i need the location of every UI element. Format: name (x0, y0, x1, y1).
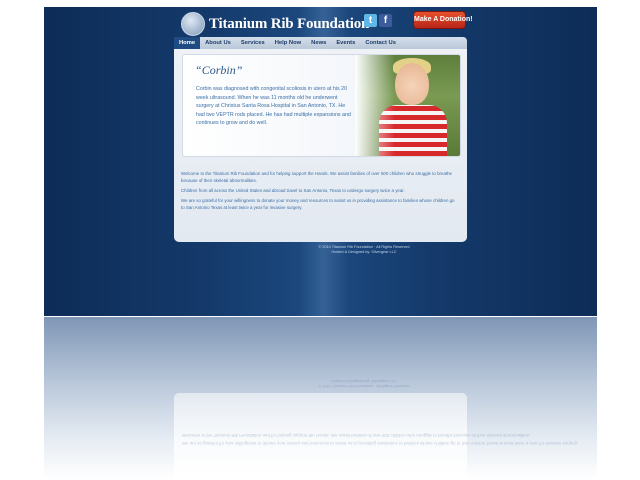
intro-paragraph-1: Welcome to the Titanium Rib Foundation a… (181, 171, 452, 183)
nav-services[interactable]: Services (236, 37, 270, 49)
feature-name-text: Corbin (201, 63, 236, 77)
page-reflection: Hosted & Designed by: Silvergear LLC © 2… (44, 317, 597, 480)
nav-events[interactable]: Events (331, 37, 360, 49)
nav-help-now[interactable]: Help Now (270, 37, 306, 49)
content-panel: “Corbin” Corbin was diagnosed with conge… (174, 49, 467, 242)
site-logo[interactable]: Titanium Rib Foundation (181, 12, 369, 36)
main-nav: Home About Us Services Help Now News Eve… (174, 37, 467, 49)
donate-button[interactable]: Make A Donation! (414, 12, 473, 28)
nav-contact-us[interactable]: Contact Us (360, 37, 401, 49)
reflected-footer-copyright: © 2010 Titanium Rib Foundation · All Rig… (318, 384, 410, 388)
rib-logo-icon (181, 12, 205, 36)
feature-text: Corbin was diagnosed with congenital sco… (196, 86, 351, 127)
reflected-panel: Welcome to the Titanium Rib Foundation a… (174, 393, 578, 480)
feature-story: “Corbin” Corbin was diagnosed with conge… (182, 54, 461, 157)
nav-home[interactable]: Home (174, 37, 201, 49)
intro-paragraph-3: We are so grateful for your willingness … (181, 198, 455, 210)
child-photo (355, 55, 460, 156)
footer-credit[interactable]: Hosted & Designed by: Silvergear LLC (224, 250, 504, 255)
page-window: Titanium Rib Foundation t f Make A Donat… (44, 7, 597, 316)
reflected-paragraph-2: We are so grateful for your willingness … (182, 441, 579, 446)
twitter-icon[interactable]: t (364, 14, 377, 27)
photo-fade (355, 55, 395, 156)
logo-text: Titanium Rib Foundation (209, 15, 370, 32)
nav-about-us[interactable]: About Us (200, 37, 236, 49)
facebook-icon[interactable]: f (379, 14, 392, 27)
reflected-footer-credit: Hosted & Designed by: Silvergear LLC (331, 379, 397, 383)
nav-news[interactable]: News (306, 37, 331, 49)
reflected-paragraph-1: Welcome to the Titanium Rib Foundation a… (182, 433, 531, 438)
feature-name: “Corbin” (195, 63, 243, 77)
intro-paragraph-2: Children from all across the United Stat… (181, 188, 405, 193)
photo-face (395, 63, 429, 105)
